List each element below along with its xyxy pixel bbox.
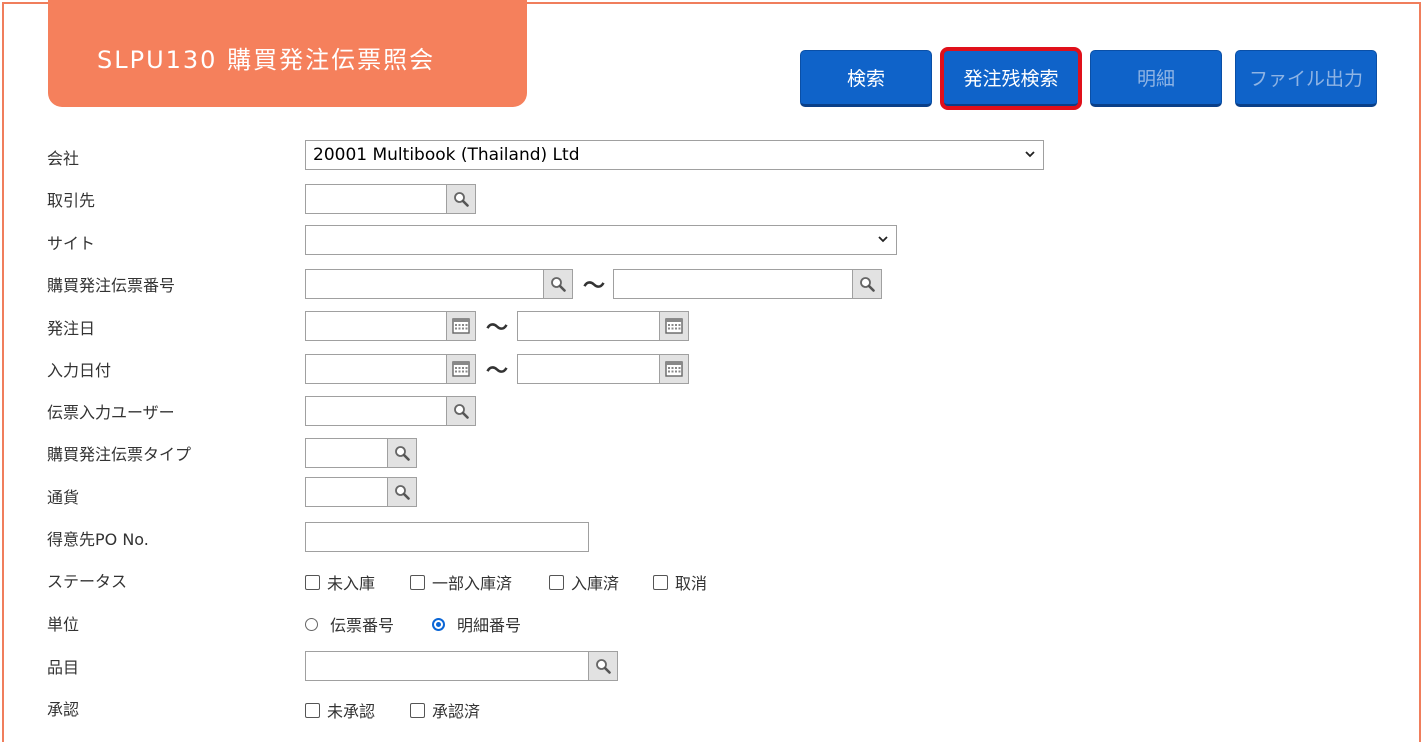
po-number-label: 購買発注伝票番号: [47, 276, 176, 295]
open-order-search-button[interactable]: 発注残検索: [940, 47, 1082, 110]
currency-search-button[interactable]: [387, 477, 417, 507]
checkbox-label: 未承認: [327, 702, 376, 721]
site-select[interactable]: [305, 225, 897, 255]
entry-date-from-calendar-button[interactable]: [446, 354, 476, 384]
currency-input[interactable]: [305, 477, 388, 507]
approval-checkbox-unapproved[interactable]: 未承認: [305, 698, 375, 722]
file-output-button[interactable]: ファイル出力: [1235, 50, 1377, 107]
radio-circle-selected: [432, 617, 445, 631]
calendar-icon: [452, 361, 470, 377]
search-icon: [395, 446, 410, 461]
entry-date-label: 入力日付: [47, 361, 112, 380]
entry-date-to-calendar-button[interactable]: [659, 354, 689, 384]
radio-label: 明細番号: [457, 616, 522, 635]
search-icon: [395, 485, 410, 500]
search-icon: [860, 277, 875, 292]
supplier-label: 取引先: [47, 191, 96, 210]
item-label: 品目: [47, 658, 80, 677]
search-icon: [596, 659, 611, 674]
radio-circle: [305, 617, 318, 631]
unit-label: 単位: [47, 615, 80, 634]
checkbox-label: 取消: [675, 574, 708, 593]
checkbox-label: 未入庫: [327, 574, 376, 593]
detail-button[interactable]: 明細: [1090, 50, 1222, 107]
radio-label: 伝票番号: [330, 616, 395, 635]
status-checkbox-not-received[interactable]: 未入庫: [305, 570, 375, 594]
chevron-down-icon: [878, 236, 888, 243]
order-date-from-calendar-button[interactable]: [446, 311, 476, 341]
checkbox-label: 一部入庫済: [432, 574, 513, 593]
entry-date-range-separator: ～: [486, 359, 509, 384]
entry-user-label: 伝票入力ユーザー: [47, 403, 175, 422]
checkbox-label: 入庫済: [571, 574, 620, 593]
checkbox-box: [410, 702, 425, 718]
po-number-to-search-button[interactable]: [852, 269, 882, 299]
company-select-value: 20001 Multibook (Thailand) Ltd: [313, 145, 580, 165]
po-number-to-input[interactable]: [613, 269, 853, 299]
approval-label: 承認: [47, 700, 80, 719]
checkbox-box: [653, 574, 668, 590]
supplier-search-button[interactable]: [446, 184, 476, 214]
entry-user-search-button[interactable]: [446, 396, 476, 426]
approval-checkbox-approved[interactable]: 承認済: [410, 698, 480, 722]
chevron-down-icon: [1025, 151, 1035, 158]
order-date-from-input[interactable]: [305, 311, 447, 341]
page-title: SLPU130 購買発注伝票照会: [97, 46, 436, 74]
calendar-icon: [452, 318, 470, 334]
currency-label: 通貨: [47, 488, 80, 507]
status-checkbox-partially-received[interactable]: 一部入庫済: [410, 570, 512, 594]
search-icon: [454, 404, 469, 419]
search-button[interactable]: 検索: [800, 50, 932, 107]
status-label: ステータス: [47, 572, 128, 591]
customer-po-input[interactable]: [305, 522, 589, 552]
search-icon: [454, 192, 469, 207]
site-label: サイト: [47, 234, 96, 253]
item-search-button[interactable]: [588, 651, 618, 681]
company-select[interactable]: 20001 Multibook (Thailand) Ltd: [305, 140, 1044, 170]
status-checkbox-cancelled[interactable]: 取消: [653, 570, 707, 594]
checkbox-box: [305, 574, 320, 590]
checkbox-box: [549, 574, 564, 590]
page-frame: [2, 2, 1421, 742]
checkbox-box: [410, 574, 425, 590]
item-input[interactable]: [305, 651, 589, 681]
order-date-to-calendar-button[interactable]: [659, 311, 689, 341]
po-type-label: 購買発注伝票タイプ: [47, 445, 192, 464]
po-number-from-input[interactable]: [305, 269, 544, 299]
search-icon: [551, 277, 566, 292]
po-number-range-separator: ～: [583, 274, 606, 299]
entry-user-input[interactable]: [305, 396, 447, 426]
unit-radio-slip-number[interactable]: 伝票番号: [305, 612, 394, 636]
order-date-label: 発注日: [47, 319, 96, 338]
customer-po-label: 得意先PO No.: [47, 530, 149, 549]
supplier-input[interactable]: [305, 184, 447, 214]
po-type-input[interactable]: [305, 438, 388, 468]
checkbox-label: 承認済: [432, 702, 481, 721]
calendar-icon: [665, 361, 683, 377]
entry-date-to-input[interactable]: [517, 354, 660, 384]
calendar-icon: [665, 318, 683, 334]
unit-radio-line-number[interactable]: 明細番号: [432, 612, 521, 636]
po-type-search-button[interactable]: [387, 438, 417, 468]
entry-date-from-input[interactable]: [305, 354, 447, 384]
checkbox-box: [305, 702, 320, 718]
po-number-from-search-button[interactable]: [543, 269, 573, 299]
status-checkbox-received[interactable]: 入庫済: [549, 570, 619, 594]
order-date-range-separator: ～: [486, 316, 509, 341]
company-label: 会社: [47, 149, 80, 168]
order-date-to-input[interactable]: [517, 311, 660, 341]
